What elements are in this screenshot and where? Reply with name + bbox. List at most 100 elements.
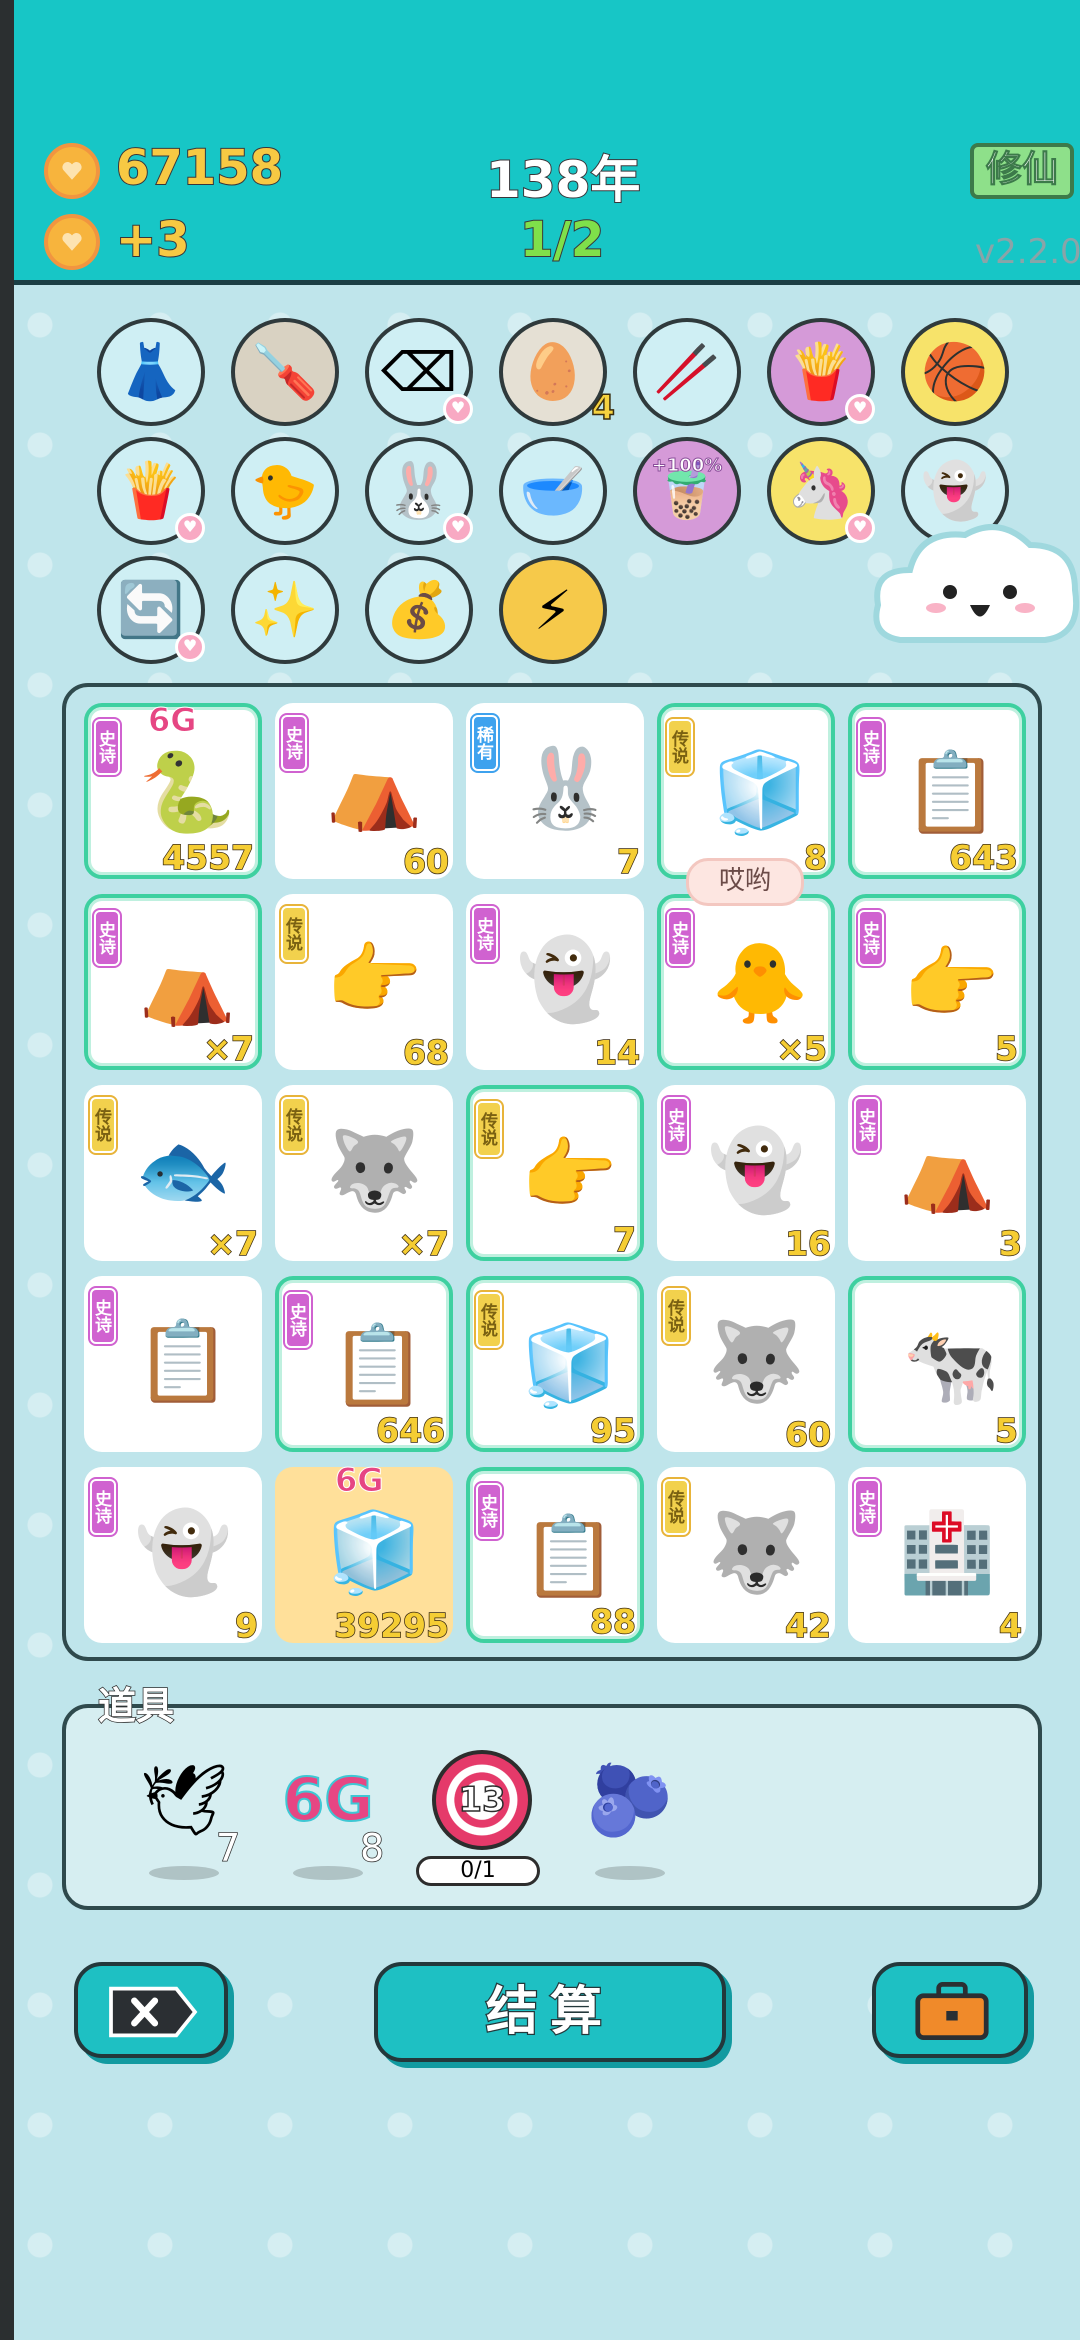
round-label: 1/2 bbox=[519, 211, 605, 269]
board-card[interactable]: 史诗 👉 5 bbox=[848, 894, 1026, 1070]
board-card[interactable]: 史诗 📋 643 bbox=[848, 703, 1026, 879]
rarity-tag: 传说 bbox=[476, 1292, 502, 1348]
board-card[interactable]: 史诗 👻 16 bbox=[657, 1085, 835, 1264]
rabbit-tent-icon: ⛺ bbox=[138, 938, 236, 1029]
card-value: 7 bbox=[612, 1219, 636, 1260]
speech-bubble: 哎哟 bbox=[686, 858, 804, 906]
rarity-tag: 史诗 bbox=[285, 1292, 311, 1348]
skill-slot[interactable]: ✨ bbox=[231, 556, 339, 664]
rarity-tag: 史诗 bbox=[854, 1479, 880, 1535]
board-card[interactable]: 传说 🐺 60 bbox=[657, 1276, 835, 1455]
skill-count: 4 bbox=[591, 387, 616, 429]
skill-slot[interactable]: ⚡ bbox=[499, 556, 607, 664]
rabbit-icon: 🐰 bbox=[516, 743, 614, 834]
version-label: v2.2.0 bbox=[975, 232, 1080, 272]
card-value: 68 bbox=[402, 1032, 449, 1073]
board-card[interactable]: 史诗 🏥 4 bbox=[848, 1467, 1026, 1646]
board-card[interactable]: 传说 👉 7 bbox=[466, 1085, 644, 1261]
board-card[interactable]: 传说 🐟 ×7 bbox=[84, 1085, 262, 1264]
heart-icon bbox=[61, 160, 83, 182]
rarity-tag: 稀有 bbox=[472, 715, 498, 771]
card-value: 60 bbox=[402, 841, 449, 882]
board-card[interactable]: 史诗 ⛺ 60 bbox=[275, 703, 453, 882]
coin-count: 67158 bbox=[115, 139, 284, 197]
fridge-6g-icon: 🧊 bbox=[325, 1507, 423, 1598]
board-card[interactable]: 🐄 5 bbox=[848, 1276, 1026, 1452]
pointing-hand-icon: 👉 bbox=[325, 934, 423, 1025]
skill-slot[interactable]: 🦄 ♥ bbox=[767, 437, 875, 545]
card-value: 9 bbox=[234, 1605, 258, 1646]
skill-slot[interactable]: 🥚 4 bbox=[499, 318, 616, 429]
egg-tray-icon: 🥚 bbox=[519, 340, 587, 403]
rarity-tag: 史诗 bbox=[854, 1097, 880, 1153]
chick-egg-icon: 🐤 bbox=[251, 459, 319, 522]
board-card[interactable]: 传说 🐺 ×7 bbox=[275, 1085, 453, 1264]
settle-label: 结算 bbox=[485, 1981, 614, 2044]
ghost-basketball-icon: 👻 bbox=[516, 934, 614, 1025]
board-card[interactable]: 史诗 ⛺ 3 bbox=[848, 1085, 1026, 1264]
board-card[interactable]: 史诗 👻 9 bbox=[84, 1467, 262, 1646]
card-value: 4 bbox=[998, 1605, 1022, 1646]
target-13-icon[interactable]: 13 bbox=[432, 1750, 532, 1850]
board-card[interactable]: 史诗 🐥 ×5 bbox=[657, 894, 835, 1070]
rarity-tag: 史诗 bbox=[90, 1479, 116, 1535]
prop-glyph: 🫐 bbox=[586, 1758, 674, 1841]
board-card[interactable]: 史诗 👻 14 bbox=[466, 894, 644, 1073]
rarity-tag: 史诗 bbox=[858, 719, 884, 775]
skill-slot[interactable]: 🧋 +100% bbox=[633, 437, 741, 545]
ghost-icon: 👻 bbox=[134, 1507, 232, 1598]
rarity-tag: 史诗 bbox=[472, 906, 498, 962]
fries-icon: 🍟 bbox=[117, 459, 185, 522]
board-card[interactable]: 史诗 📋 88 bbox=[466, 1467, 644, 1643]
board-card[interactable]: 传说 🐺 42 bbox=[657, 1467, 835, 1646]
prop-count: 8 bbox=[359, 1825, 385, 1871]
card-value: 16 bbox=[784, 1223, 831, 1264]
prop-shadow bbox=[293, 1866, 363, 1880]
board-card[interactable]: 史诗 📋 bbox=[84, 1276, 262, 1452]
cow-icon: 🐄 bbox=[902, 1320, 1000, 1411]
rarity-tag: 传说 bbox=[476, 1101, 502, 1157]
husky-crown-icon: 🐺 bbox=[707, 1507, 805, 1598]
cultivate-button[interactable]: 修仙 bbox=[970, 143, 1074, 199]
skill-slot[interactable]: 🍟 ♥ bbox=[97, 437, 205, 545]
card-value: 88 bbox=[589, 1601, 636, 1642]
skill-slot[interactable]: 🔄 ♥ bbox=[97, 556, 205, 664]
heart-badge-icon: ♥ bbox=[443, 513, 473, 543]
board-card[interactable]: 史诗 📋 646 bbox=[275, 1276, 453, 1452]
skill-slot[interactable]: 🥣 bbox=[499, 437, 607, 545]
skill-slot[interactable]: 👗 bbox=[97, 318, 205, 426]
fries-icon: 🍟 bbox=[787, 340, 855, 403]
skill-slot[interactable]: 🏀 bbox=[901, 318, 1009, 426]
copy-paste-icon: 📋 bbox=[329, 1320, 427, 1411]
board-card[interactable]: 6G 🧊 39295 bbox=[275, 1461, 453, 1646]
blueberry-icon[interactable]: 🫐 bbox=[580, 1745, 680, 1855]
rarity-tag: 传说 bbox=[281, 1097, 307, 1153]
prop-shadow bbox=[149, 1866, 219, 1880]
card-value: 646 bbox=[375, 1410, 445, 1451]
board-card[interactable]: 稀有 🐰 7 bbox=[466, 703, 644, 882]
board-card[interactable]: 传说 👉 68 bbox=[275, 894, 453, 1073]
settle-button[interactable]: 结算 bbox=[374, 1962, 726, 2062]
snake-crown-icon: 🐍 bbox=[138, 747, 236, 838]
board-card[interactable]: 史诗 ⛺ ×7 bbox=[84, 894, 262, 1070]
board-card[interactable]: 史诗 6G 🐍 4557 bbox=[84, 701, 262, 879]
skill-slot[interactable]: ⌫ ♥ bbox=[365, 318, 473, 426]
bag-button[interactable] bbox=[872, 1962, 1028, 2058]
board-card[interactable]: 传说 🧊 8 bbox=[657, 703, 835, 879]
skill-slot[interactable]: 💰 bbox=[365, 556, 473, 664]
sack-icon: 💰 bbox=[385, 578, 453, 641]
skill-slot[interactable]: 🍟 ♥ bbox=[767, 318, 875, 426]
rarity-tag: 传说 bbox=[663, 1288, 689, 1344]
unicorn-icon: 🦄 bbox=[787, 459, 855, 522]
skill-slot[interactable]: 🪛 bbox=[231, 318, 339, 426]
skill-slot[interactable]: 🐤 bbox=[231, 437, 339, 545]
cloud-mascot-icon[interactable] bbox=[870, 510, 1080, 660]
icu-sign-icon: 🏥 bbox=[898, 1507, 996, 1598]
skill-slot[interactable]: 🐰 ♥ bbox=[365, 437, 473, 545]
basketballs-icon: 🏀 bbox=[921, 340, 989, 403]
rarity-tag: 传说 bbox=[667, 719, 693, 775]
skill-slot[interactable]: 🥢 bbox=[633, 318, 741, 426]
screwdriver-icon: 🪛 bbox=[251, 340, 319, 403]
delete-button[interactable] bbox=[74, 1962, 228, 2058]
board-card[interactable]: 传说 🧊 95 bbox=[466, 1276, 644, 1452]
